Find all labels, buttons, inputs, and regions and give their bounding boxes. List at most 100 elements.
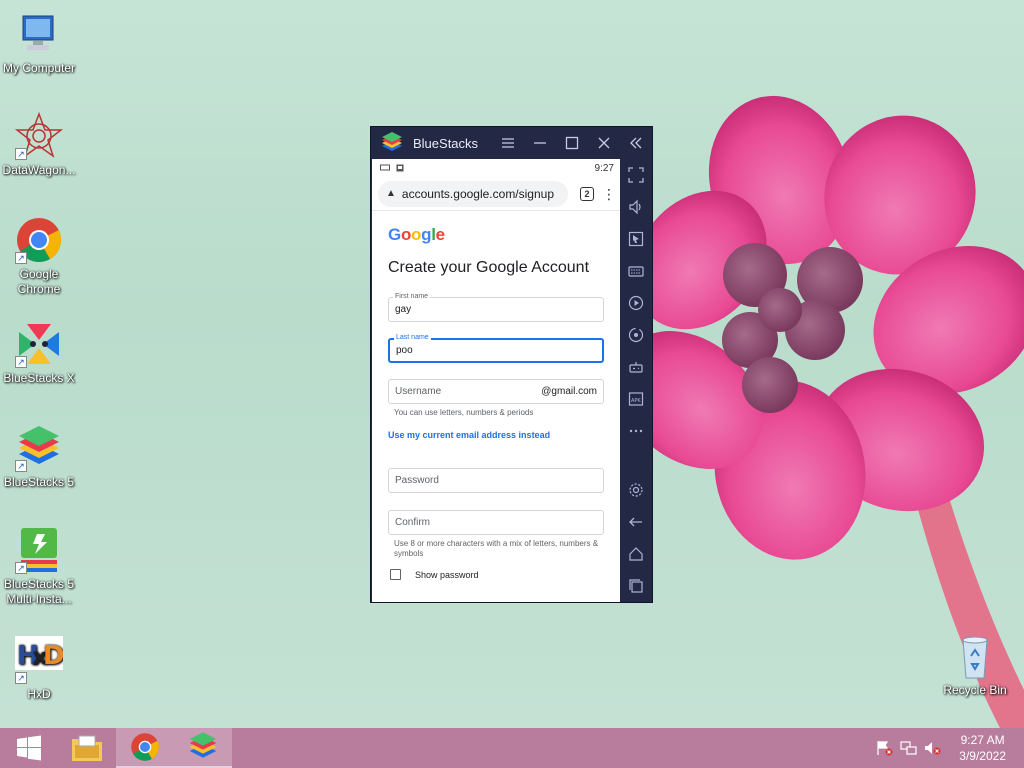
fullscreen-button[interactable] <box>620 159 652 191</box>
tab-switcher-button[interactable]: 2 <box>580 186 594 201</box>
google-logo: Google <box>388 225 445 244</box>
taskbar: 9:27 AM 3/9/2022 <box>0 728 1024 768</box>
last-name-value: poo <box>396 345 413 356</box>
address-bar[interactable]: ▲ accounts.google.com/signup <box>378 180 568 207</box>
recycle-bin-icon <box>951 632 999 680</box>
collapse-sidebar-button[interactable] <box>620 127 652 159</box>
page-heading: Create your Google Account <box>388 259 590 276</box>
last-name-field[interactable]: Last name poo <box>388 334 604 363</box>
home-button[interactable] <box>620 538 652 570</box>
bluestacks-icon <box>189 732 217 758</box>
username-field[interactable]: Username @gmail.com <box>388 379 604 404</box>
back-button[interactable] <box>620 506 652 538</box>
chrome-icon: ↗ <box>15 216 63 264</box>
fullscreen-icon <box>628 167 644 183</box>
install-apk-button[interactable]: APK <box>620 383 652 415</box>
desktop-icon-bluestacks-x[interactable]: ↗ BlueStacks X <box>0 320 78 386</box>
desktop-icon-google-chrome[interactable]: ↗ Google Chrome <box>0 216 78 297</box>
username-hint: You can use letters, numbers & periods <box>394 408 534 417</box>
use-current-email-link[interactable]: Use my current email address instead <box>388 430 604 440</box>
bluestacks-window[interactable]: BlueStacks 9:27 ▲ accounts.google.com/si… <box>370 126 653 603</box>
apk-icon: APK <box>628 392 644 406</box>
action-center-button[interactable] <box>873 728 897 768</box>
start-button[interactable] <box>0 728 58 768</box>
minimize-icon <box>534 142 546 144</box>
confirm-password-field[interactable]: Confirm <box>388 510 604 535</box>
show-password-row[interactable]: Show password <box>388 569 604 580</box>
show-password-checkbox[interactable] <box>390 569 401 580</box>
warning-icon: ▲ <box>386 188 396 199</box>
desktop-icon-recycle-bin[interactable]: Recycle Bin <box>936 632 1014 698</box>
android-status-bar: 9:27 <box>372 159 620 177</box>
desktop-icon-datawagon[interactable]: ↗ DataWagon... <box>0 111 78 178</box>
arrow-left-icon <box>629 517 642 527</box>
taskbar-bluestacks[interactable] <box>174 728 232 768</box>
more-tools-button[interactable] <box>620 415 652 447</box>
chrome-icon <box>131 733 159 761</box>
cursor-icon <box>628 231 644 247</box>
folder-icon <box>72 735 102 761</box>
username-placeholder: Username <box>395 386 442 397</box>
system-tray: 9:27 AM 3/9/2022 <box>873 728 1024 768</box>
app-notification-icon <box>396 164 404 172</box>
hamburger-menu-button[interactable] <box>492 127 524 159</box>
status-time: 9:27 <box>594 162 614 174</box>
svg-text:D: D <box>43 641 63 671</box>
signup-form: Google Create your Google Account First … <box>372 225 620 580</box>
clock-time: 9:27 AM <box>960 733 1005 747</box>
shortcut-arrow-icon: ↗ <box>15 148 27 160</box>
rotate-button[interactable] <box>620 319 652 351</box>
gmail-suffix: @gmail.com <box>541 386 597 397</box>
recent-apps-button[interactable] <box>620 570 652 602</box>
windows-logo-icon <box>17 735 41 761</box>
bluestacks-logo-icon <box>382 132 402 151</box>
gamepad-icon <box>629 362 643 373</box>
first-name-field[interactable]: First name gay <box>388 293 604 322</box>
bluestacks-sidebar: APK <box>620 159 652 602</box>
desktop-icon-my-computer[interactable]: My Computer <box>0 10 78 76</box>
gear-icon <box>629 483 643 497</box>
game-controls-button[interactable] <box>620 351 652 383</box>
shortcut-arrow-icon: ↗ <box>15 356 27 368</box>
password-hint: Use 8 or more characters with a mix of l… <box>394 539 599 558</box>
flag-error-icon <box>877 741 893 756</box>
shortcut-arrow-icon: ↗ <box>15 562 27 574</box>
desktop-icon-hxd[interactable]: HxD ↗ HxD <box>0 636 78 702</box>
chrome-toolbar: ▲ accounts.google.com/signup 2 ⋮ <box>372 177 620 211</box>
clock-date: 3/9/2022 <box>959 749 1006 763</box>
shortcut-arrow-icon: ↗ <box>15 252 27 264</box>
taskbar-file-explorer[interactable] <box>58 728 116 768</box>
bluestacks-titlebar[interactable]: BlueStacks <box>371 127 652 159</box>
home-icon <box>629 547 643 561</box>
close-button[interactable] <box>588 127 620 159</box>
hxd-icon: HxD ↗ <box>15 636 65 684</box>
volume-button[interactable] <box>620 191 652 223</box>
keyboard-controls-button[interactable] <box>620 255 652 287</box>
desktop-icon-bluestacks-5-multi-instance[interactable]: ↗ BlueStacks 5 Multi-Insta... <box>0 526 78 607</box>
menu-icon <box>502 138 514 148</box>
minimize-button[interactable] <box>524 127 556 159</box>
confirm-placeholder: Confirm <box>395 517 431 528</box>
macro-recorder-button[interactable] <box>620 287 652 319</box>
android-screen[interactable]: 9:27 ▲ accounts.google.com/signup 2 ⋮ Go… <box>372 159 620 602</box>
window-title: BlueStacks <box>413 135 479 151</box>
more-options-icon[interactable]: ⋮ <box>602 187 616 201</box>
volume-muted-icon <box>925 742 941 755</box>
first-name-value: gay <box>395 304 412 315</box>
settings-button[interactable] <box>620 474 652 506</box>
pointer-button[interactable] <box>620 223 652 255</box>
recent-apps-icon <box>629 579 643 593</box>
bluestacks-multi-instance-icon: ↗ <box>15 526 63 574</box>
computer-icon <box>15 10 63 58</box>
network-button[interactable] <box>897 728 921 768</box>
desktop-icon-bluestacks-5[interactable]: ↗ BlueStacks 5 <box>0 424 78 490</box>
datawagon-icon: ↗ <box>14 111 64 160</box>
more-horizontal-icon <box>629 429 643 433</box>
last-name-label: Last name <box>394 334 431 342</box>
volume-tray-button[interactable] <box>921 728 945 768</box>
taskbar-clock[interactable]: 9:27 AM 3/9/2022 <box>959 732 1006 764</box>
double-chevron-left-icon <box>630 137 642 149</box>
taskbar-google-chrome[interactable] <box>116 728 174 768</box>
maximize-button[interactable] <box>556 127 588 159</box>
password-field[interactable]: Password <box>388 468 604 493</box>
